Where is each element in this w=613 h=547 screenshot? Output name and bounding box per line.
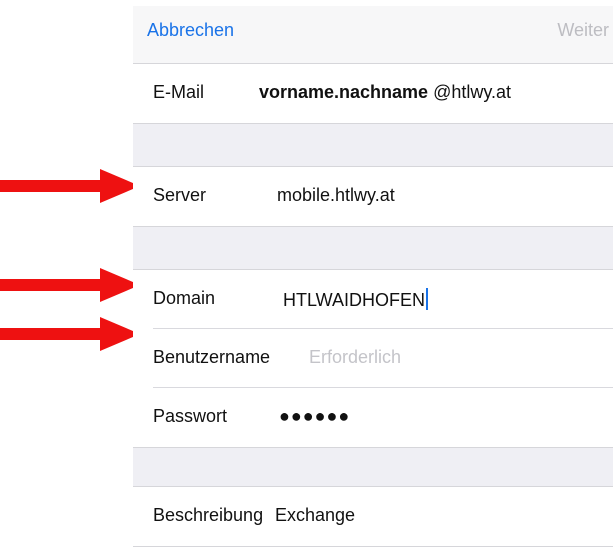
password-field[interactable]: ●●●●●● bbox=[279, 406, 350, 427]
domain-row[interactable]: Domain HTLWAIDHOFEN bbox=[133, 270, 613, 329]
email-username: vorname.nachname bbox=[259, 82, 429, 102]
server-label: Server bbox=[153, 185, 207, 205]
navigation-bar: Abbrechen Weiter bbox=[133, 6, 613, 64]
red-arrow-icon bbox=[0, 169, 140, 203]
username-label: Benutzername bbox=[153, 347, 271, 367]
red-arrow-icon bbox=[0, 268, 140, 302]
email-domain: @htlwy.at bbox=[428, 82, 512, 102]
section-gap bbox=[133, 226, 613, 270]
description-row[interactable]: Beschreibung Exchange bbox=[133, 487, 613, 546]
domain-field[interactable]: HTLWAIDHOFEN bbox=[283, 288, 428, 311]
screenshot: Abbrechen Weiter E-Mail vorname.nachname… bbox=[0, 0, 613, 547]
domain-value: HTLWAIDHOFEN bbox=[283, 290, 425, 310]
description-field[interactable]: Exchange bbox=[275, 505, 355, 526]
domain-label: Domain bbox=[153, 288, 216, 308]
server-field[interactable]: mobile.htlwy.at bbox=[277, 185, 395, 206]
email-row[interactable]: E-Mail vorname.nachname @htlwy.at bbox=[133, 64, 613, 123]
username-row[interactable]: Benutzername Erforderlich bbox=[133, 329, 613, 388]
account-form: Abbrechen Weiter E-Mail vorname.nachname… bbox=[133, 6, 613, 547]
password-label: Passwort bbox=[153, 406, 228, 426]
next-button[interactable]: Weiter bbox=[557, 20, 609, 41]
text-cursor bbox=[426, 288, 428, 310]
password-row[interactable]: Passwort ●●●●●● bbox=[133, 388, 613, 447]
red-arrow-icon bbox=[0, 317, 140, 351]
section-gap bbox=[133, 123, 613, 167]
cancel-button[interactable]: Abbrechen bbox=[147, 20, 234, 41]
username-field[interactable]: Erforderlich bbox=[309, 347, 401, 368]
section-gap bbox=[133, 447, 613, 487]
server-row[interactable]: Server mobile.htlwy.at bbox=[133, 167, 613, 226]
email-label: E-Mail bbox=[153, 82, 205, 102]
description-label: Beschreibung bbox=[153, 505, 264, 525]
email-field[interactable]: vorname.nachname @htlwy.at bbox=[259, 82, 511, 103]
